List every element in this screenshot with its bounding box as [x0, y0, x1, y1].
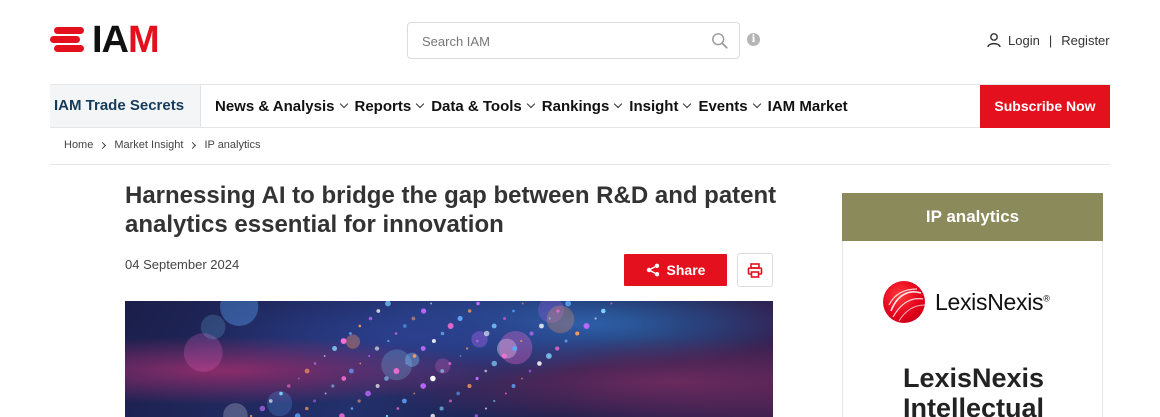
breadcrumb-ip-analytics[interactable]: IP analytics	[204, 139, 260, 151]
nav-item-events[interactable]: Events	[698, 98, 761, 115]
sponsor-box: LexisNexis® LexisNexis Intellectual	[842, 241, 1103, 417]
print-button[interactable]	[737, 253, 773, 287]
account-links: Login | Register	[986, 32, 1110, 48]
breadcrumb-market-insight[interactable]: Market Insight	[114, 139, 183, 151]
article-hero-image	[125, 301, 773, 417]
account-separator: |	[1048, 32, 1053, 48]
chevron-down-icon	[752, 99, 761, 109]
user-icon	[987, 33, 1001, 48]
breadcrumb-home[interactable]: Home	[64, 139, 93, 151]
lexisnexis-logo[interactable]: LexisNexis®	[883, 281, 1050, 323]
subscribe-button[interactable]: Subscribe Now	[980, 85, 1110, 128]
share-button[interactable]: Share	[624, 254, 727, 286]
site-header: IAM i Login | Register	[0, 0, 1160, 84]
register-link[interactable]: Register	[1061, 33, 1109, 48]
share-label: Share	[666, 262, 706, 278]
search-box	[407, 22, 740, 59]
breadcrumb-divider	[50, 164, 1110, 165]
chevron-down-icon	[683, 99, 692, 109]
login-link[interactable]: Login	[1008, 33, 1040, 48]
nav-items: News & Analysis Reports Data & Tools Ran…	[215, 85, 856, 127]
chevron-down-icon	[415, 99, 425, 109]
chevron-right-icon	[189, 141, 197, 149]
nav-item-reports[interactable]: Reports	[355, 98, 425, 115]
nav-item-iam-market[interactable]: IAM Market	[768, 98, 848, 115]
search-input[interactable]	[422, 31, 702, 51]
sponsor-name: LexisNexis Intellectual	[902, 363, 1045, 417]
nav-item-data-tools[interactable]: Data & Tools	[431, 98, 536, 115]
main-nav: IAM Trade Secrets News & Analysis Report…	[50, 84, 1110, 128]
chevron-down-icon	[339, 99, 348, 109]
lexisnexis-emblem-icon	[883, 281, 925, 323]
info-icon[interactable]: i	[747, 33, 760, 46]
registered-mark: ®	[1043, 292, 1050, 303]
search-icon[interactable]	[711, 32, 729, 50]
nav-item-rankings[interactable]: Rankings	[542, 98, 623, 115]
nav-item-news-analysis[interactable]: News & Analysis	[215, 98, 348, 115]
nav-item-insight[interactable]: Insight	[629, 98, 692, 115]
share-icon	[646, 263, 659, 277]
chevron-down-icon	[614, 99, 623, 109]
chevron-down-icon	[526, 99, 536, 109]
breadcrumb: Home Market Insight IP analytics	[64, 139, 261, 151]
iam-logo[interactable]: IAM	[50, 19, 160, 61]
article-title: Harnessing AI to bridge the gap between …	[125, 182, 777, 238]
chevron-right-icon	[99, 141, 107, 149]
sidebar-heading: IP analytics	[842, 193, 1103, 241]
hero-image-art	[183, 301, 613, 417]
nav-brand-trade-secrets[interactable]: IAM Trade Secrets	[50, 85, 201, 127]
logo-bars-icon	[50, 25, 84, 55]
logo-wordmark: IAM	[92, 18, 160, 61]
article-date: 04 September 2024	[125, 257, 240, 272]
lexisnexis-wordmark: LexisNexis	[935, 288, 1044, 315]
printer-icon	[747, 262, 763, 278]
